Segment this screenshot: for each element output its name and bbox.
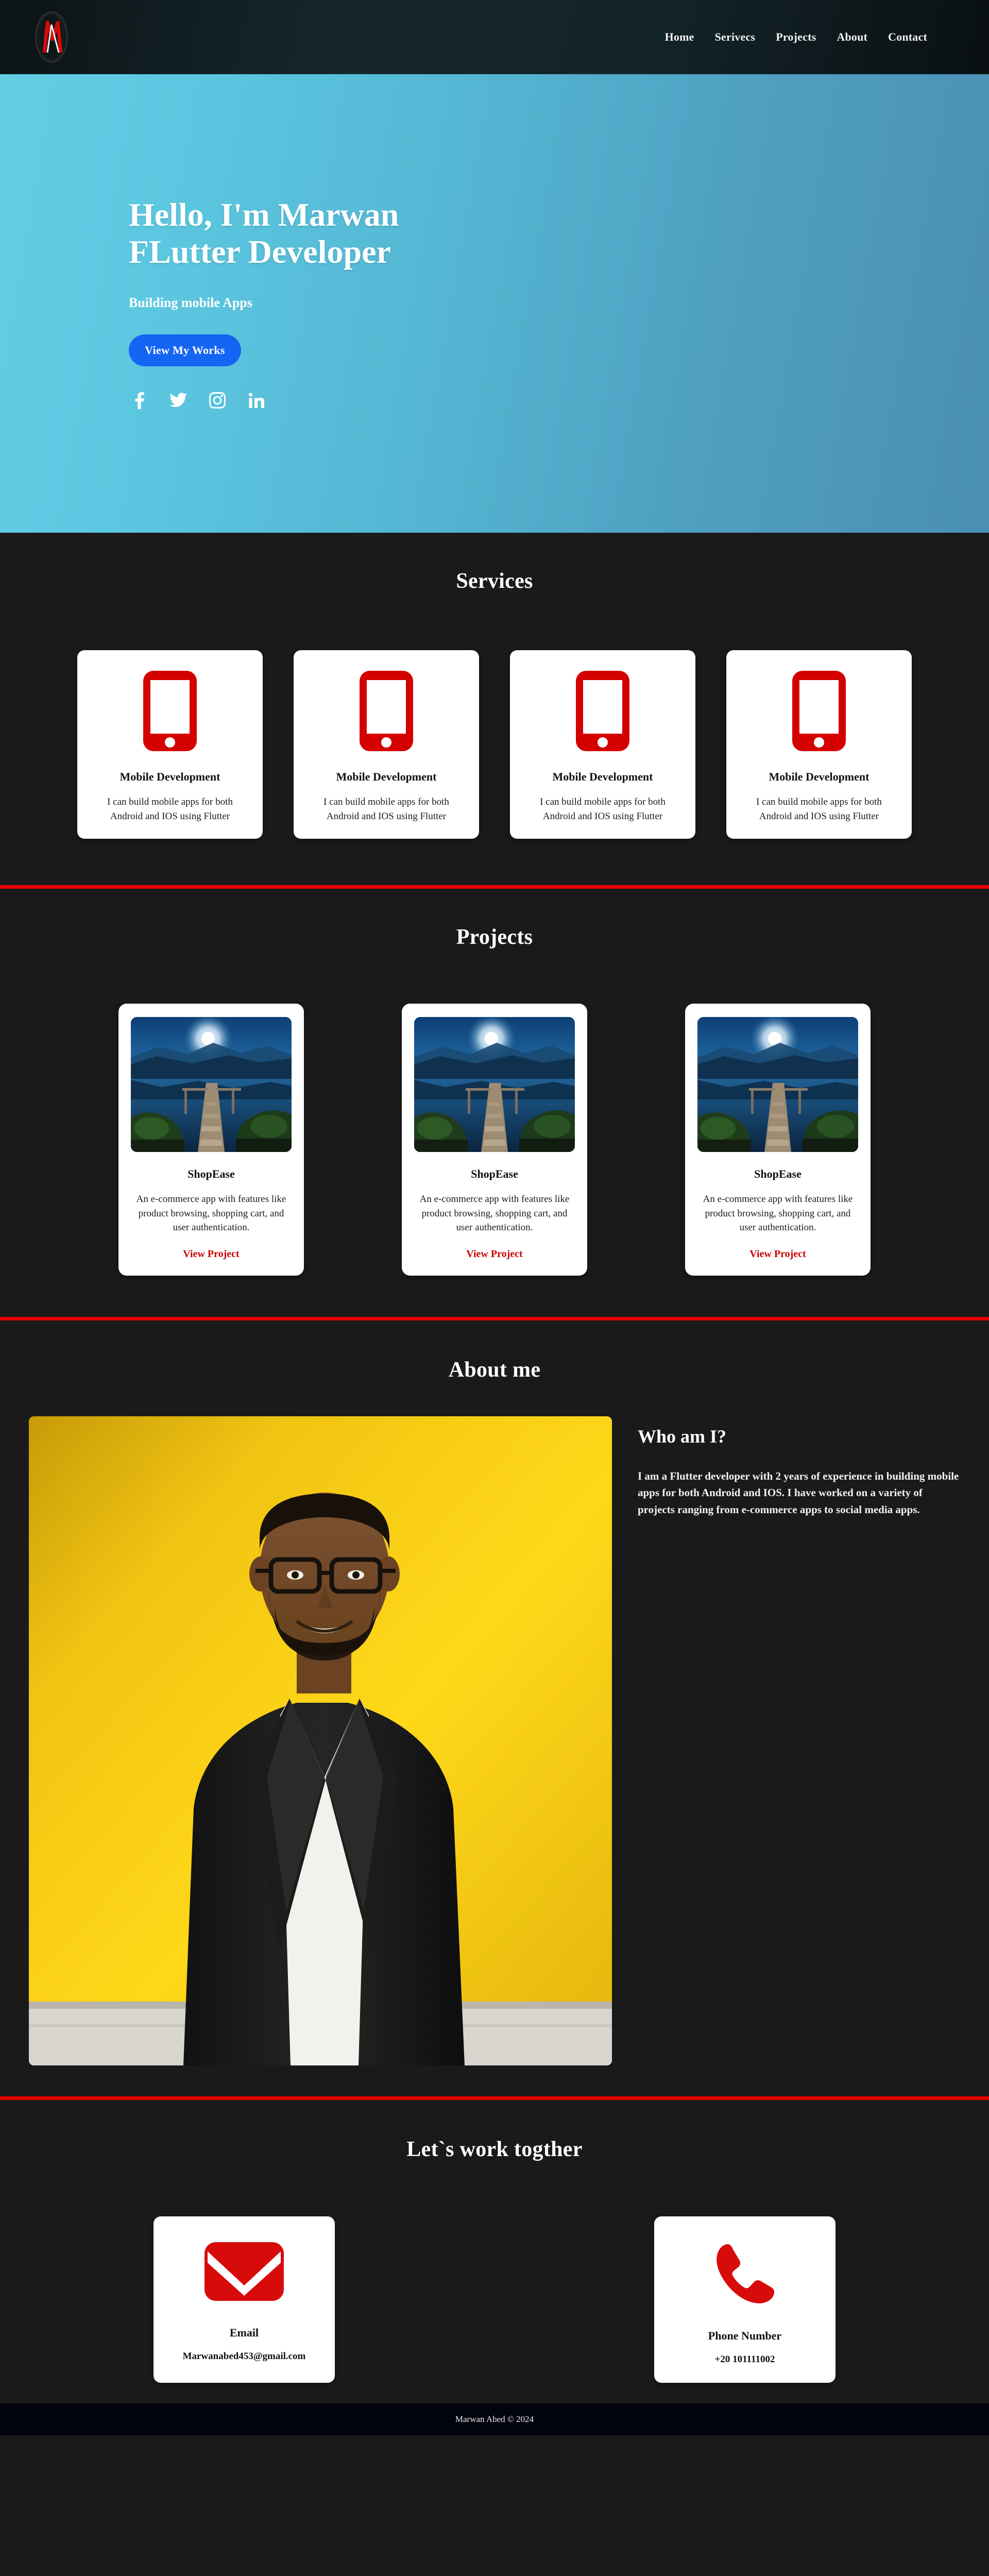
footer: Marwan Abed © 2024 [0, 2403, 989, 2435]
envelope-icon [203, 2240, 285, 2306]
project-name: ShopEase [187, 1167, 235, 1181]
project-card[interactable]: ShopEase An e-commerce app with features… [685, 1004, 871, 1276]
facebook-icon[interactable] [129, 390, 149, 411]
view-project-link[interactable]: View Project [749, 1248, 806, 1260]
contact-title: Let`s work togther [406, 2137, 583, 2161]
project-name: ShopEase [471, 1167, 518, 1181]
project-description: An e-commerce app with features like pro… [136, 1194, 286, 1233]
hero-subtitle: Building mobile Apps [129, 295, 252, 310]
section-divider [0, 1316, 989, 1320]
contact-card-phone[interactable]: Phone Number +20 101111002 [654, 2216, 835, 2383]
footer-copyright: Marwan Abed © 2024 [455, 2414, 534, 2424]
contact-label: Email [229, 2326, 259, 2339]
view-my-works-button[interactable]: View My Works [129, 334, 241, 366]
project-thumbnail [414, 1017, 575, 1153]
project-name: ShopEase [754, 1167, 802, 1181]
nav-link-contact[interactable]: Contact [888, 30, 927, 44]
contact-value[interactable]: Marwanabed453@gmail.com [183, 2351, 306, 2362]
nav-link-about[interactable]: About [837, 30, 867, 44]
section-divider [0, 885, 989, 889]
nav-link-home[interactable]: Home [665, 30, 694, 44]
about-text-block: Who am I? I am a Flutter developer with … [638, 1416, 960, 1518]
mobile-phone-icon [788, 668, 850, 757]
hero-section: Hello, I'm Marwan FLutter Developer Buil… [0, 74, 989, 533]
linkedin-icon[interactable] [246, 390, 267, 411]
ma-monogram-icon [35, 11, 68, 63]
projects-cards: ShopEase An e-commerce app with features… [0, 1004, 989, 1276]
view-project-link[interactable]: View Project [183, 1248, 239, 1260]
services-title: Services [456, 569, 533, 593]
hero-title-line1: Hello, I'm Marwan [129, 196, 399, 233]
navbar: Home Serivecs Projects About Contact [0, 0, 989, 74]
service-name: Mobile Development [552, 770, 653, 783]
service-description: I can build mobile apps for both Android… [756, 796, 882, 822]
service-description: I can build mobile apps for both Android… [323, 796, 449, 822]
nav-link-projects[interactable]: Projects [776, 30, 816, 44]
social-links [129, 390, 989, 411]
instagram-icon[interactable] [207, 390, 228, 411]
contact-value[interactable]: +20 101111002 [715, 2354, 775, 2365]
service-name: Mobile Development [769, 770, 869, 783]
projects-section: Projects ShopEase An e-commerce app with… [0, 889, 989, 1317]
view-project-link[interactable]: View Project [466, 1248, 522, 1260]
project-thumbnail [131, 1017, 292, 1153]
service-name: Mobile Development [336, 770, 437, 783]
projects-title: Projects [456, 925, 533, 950]
project-card[interactable]: ShopEase An e-commerce app with features… [402, 1004, 587, 1276]
service-card[interactable]: Mobile Development I can build mobile ap… [77, 650, 263, 839]
hero-title: Hello, I'm Marwan FLutter Developer [129, 196, 989, 270]
mobile-phone-icon [572, 668, 634, 757]
services-cards: Mobile Development I can build mobile ap… [0, 650, 989, 839]
service-card[interactable]: Mobile Development I can build mobile ap… [510, 650, 695, 839]
about-content: Who am I? I am a Flutter developer with … [0, 1416, 989, 2065]
about-photo [29, 1416, 612, 2065]
service-description: I can build mobile apps for both Android… [540, 796, 666, 822]
mobile-phone-icon [139, 668, 201, 757]
services-section: Services Mobile Development I can build … [0, 533, 989, 886]
project-description: An e-commerce app with features like pro… [419, 1194, 570, 1233]
service-description: I can build mobile apps for both Android… [107, 796, 233, 822]
nav-link-services[interactable]: Serivecs [715, 30, 756, 44]
twitter-icon[interactable] [168, 390, 189, 411]
contact-card-email[interactable]: Email Marwanabed453@gmail.com [154, 2216, 335, 2383]
about-body: I am a Flutter developer with 2 years of… [638, 1469, 959, 1516]
main-nav: Home Serivecs Projects About Contact [665, 30, 927, 44]
service-card[interactable]: Mobile Development I can build mobile ap… [294, 650, 479, 839]
site-logo[interactable] [31, 9, 72, 65]
project-card[interactable]: ShopEase An e-commerce app with features… [118, 1004, 304, 1276]
mobile-phone-icon [355, 668, 417, 757]
phone-icon [712, 2240, 778, 2309]
project-description: An e-commerce app with features like pro… [703, 1194, 853, 1233]
about-heading: Who am I? [638, 1426, 727, 1447]
hero-title-line2: FLutter Developer [129, 233, 391, 270]
about-section: About me Who am I? I am a Flutter develo… [0, 1320, 989, 2096]
project-thumbnail [697, 1017, 858, 1153]
service-card[interactable]: Mobile Development I can build mobile ap… [726, 650, 912, 839]
service-name: Mobile Development [120, 770, 220, 783]
section-divider [0, 2096, 989, 2100]
contact-label: Phone Number [708, 2329, 782, 2342]
about-title: About me [448, 1358, 541, 1382]
contact-cards: Email Marwanabed453@gmail.com Phone Numb… [0, 2216, 989, 2383]
contact-section: Let`s work togther Email Marwanabed453@g… [0, 2099, 989, 2403]
